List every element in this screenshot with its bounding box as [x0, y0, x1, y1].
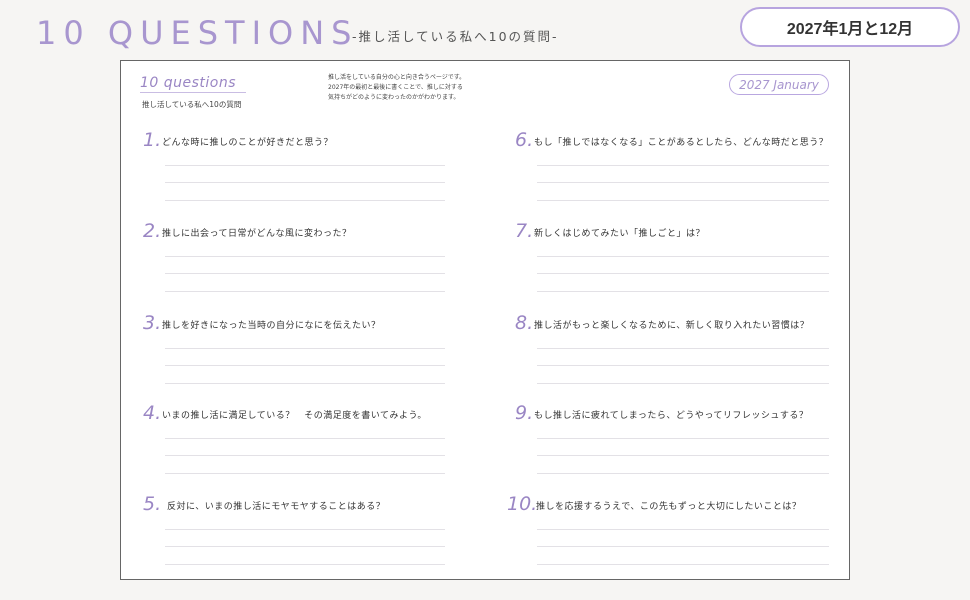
question-item: 5. 反対に、いまの推し活にモヤモヤすることはある？ [143, 493, 445, 575]
answer-line[interactable] [537, 455, 829, 456]
answer-line[interactable] [165, 564, 445, 565]
question-item: 2. 推しに出会って日常がどんな風に変わった？ [143, 220, 445, 302]
intro-line: 気持ちがどのように変わったのかがわかります。 [328, 94, 460, 101]
answer-line[interactable] [165, 383, 445, 384]
question-number: 10. [507, 493, 538, 515]
question-text: 推しを好きになった当時の自分になにを伝えたい？ [162, 321, 381, 331]
question-text: いまの推し活に満足している？ その満足度を書いてみよう。 [162, 411, 427, 421]
answer-line[interactable] [165, 200, 445, 201]
answer-line[interactable] [537, 291, 829, 292]
intro-line: 推し活をしている自分の心と向き合うページです。 [328, 74, 466, 81]
answer-line[interactable] [537, 348, 829, 349]
answer-line[interactable] [537, 256, 829, 257]
question-number: 3. [143, 312, 162, 334]
answer-line[interactable] [537, 438, 829, 439]
answer-line[interactable] [537, 273, 829, 274]
question-item: 7. 新しくはじめてみたい「推しごと」は？ [515, 220, 829, 302]
question-text: 推しを応援するうえで、この先もずっと大切にしたいことは？ [536, 502, 802, 512]
answer-line[interactable] [537, 383, 829, 384]
question-number: 8. [515, 312, 534, 334]
answer-line[interactable] [165, 438, 445, 439]
question-item: 9. もし推し活に疲れてしまったら、どうやってリフレッシュする？ [515, 402, 829, 484]
question-text: 反対に、いまの推し活にモヤモヤすることはある？ [167, 502, 386, 512]
question-number: 4. [143, 402, 162, 424]
question-text: 推しに出会って日常がどんな風に変わった？ [162, 229, 352, 239]
worksheet: 10 questions 推し活している私へ10の質問 推し活をしている自分の心… [120, 60, 850, 580]
question-number: 9. [515, 402, 534, 424]
answer-line[interactable] [165, 291, 445, 292]
sheet-subtitle: 推し活している私へ10の質問 [142, 100, 242, 109]
intro-line: 2027年の最初と最後に書くことで、推しに対する [328, 84, 463, 91]
question-item: 10. 推しを応援するうえで、この先もずっと大切にしたいことは？ [507, 493, 829, 575]
page-subtitle: -推し活している私へ10の質問- [352, 29, 559, 44]
answer-line[interactable] [165, 165, 445, 166]
answer-line[interactable] [165, 256, 445, 257]
answer-line[interactable] [165, 455, 445, 456]
year-badge: 2027 January [729, 74, 829, 95]
question-number: 6. [515, 129, 534, 151]
answer-line[interactable] [537, 182, 829, 183]
answer-line[interactable] [165, 529, 445, 530]
answer-line[interactable] [537, 165, 829, 166]
answer-line[interactable] [165, 348, 445, 349]
question-number: 7. [515, 220, 534, 242]
question-item: 3. 推しを好きになった当時の自分になにを伝えたい？ [143, 312, 445, 394]
question-text: 推し活がもっと楽しくなるために、新しく取り入れたい習慣は？ [534, 321, 810, 331]
answer-line[interactable] [165, 473, 445, 474]
question-text: もし推し活に疲れてしまったら、どうやってリフレッシュする？ [534, 411, 809, 421]
question-item: 8. 推し活がもっと楽しくなるために、新しく取り入れたい習慣は？ [515, 312, 829, 394]
sheet-title: 10 questions [140, 75, 247, 93]
answer-line[interactable] [537, 529, 829, 530]
question-text: どんな時に推しのことが好きだと思う？ [162, 138, 334, 148]
answer-line[interactable] [537, 200, 829, 201]
answer-line[interactable] [165, 546, 445, 547]
question-number: 2. [143, 220, 162, 242]
answer-line[interactable] [537, 564, 829, 565]
date-badge: 2027年1月と12月 [740, 7, 960, 47]
question-item: 1. どんな時に推しのことが好きだと思う？ [143, 129, 445, 211]
answer-line[interactable] [537, 365, 829, 366]
question-item: 4. いまの推し活に満足している？ その満足度を書いてみよう。 [143, 402, 445, 484]
question-number: 1. [143, 129, 162, 151]
page-title: 10 QUESTIONS [36, 14, 359, 52]
sheet-intro: 推し活をしている自分の心と向き合うページです。 2027年の最初と最後に書くこと… [328, 73, 488, 103]
answer-line[interactable] [537, 546, 829, 547]
question-text: 新しくはじめてみたい「推しごと」は？ [534, 229, 706, 239]
question-number: 5. [143, 493, 162, 515]
question-text: もし「推しではなくなる」ことがあるとしたら、どんな時だと思う？ [534, 138, 829, 148]
answer-line[interactable] [537, 473, 829, 474]
answer-line[interactable] [165, 273, 445, 274]
question-item: 6. もし「推しではなくなる」ことがあるとしたら、どんな時だと思う？ [515, 129, 829, 211]
answer-line[interactable] [165, 365, 445, 366]
answer-line[interactable] [165, 182, 445, 183]
